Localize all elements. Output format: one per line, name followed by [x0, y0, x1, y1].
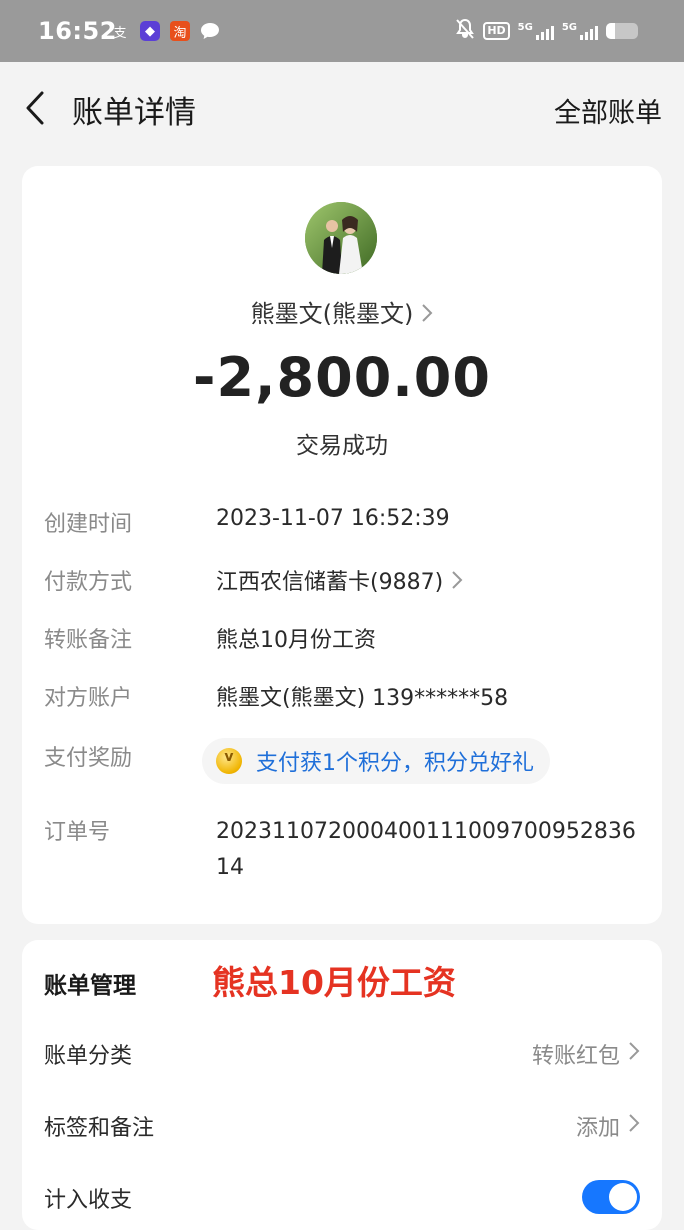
avatar[interactable] [305, 202, 377, 274]
created-time-value: 2023-11-07 16:52:39 [216, 506, 450, 531]
bill-management-title: 账单管理 [44, 973, 136, 999]
order-number-label: 订单号 [44, 820, 111, 845]
status-time: 16:52 [38, 17, 117, 45]
transfer-note-value: 熊总10月份工资 [216, 628, 376, 653]
transaction-card: 熊墨文(熊墨文) -2,800.00 交易成功 创建时间 2023-11-07 … [22, 166, 662, 924]
transfer-note-label: 转账备注 [44, 628, 133, 653]
amount: -2,800.00 [193, 346, 491, 409]
all-bills-link[interactable]: 全部账单 [554, 91, 662, 130]
coin-icon [216, 748, 242, 774]
reward-label: 支付奖励 [44, 746, 133, 771]
reward-text: 支付获1个积分，积分兑好礼 [256, 751, 534, 776]
chevron-right-icon [421, 301, 433, 329]
chevron-right-icon [628, 1041, 640, 1067]
bill-category-value[interactable]: 转账红包 [532, 1038, 640, 1070]
transaction-status: 交易成功 [296, 433, 388, 459]
back-arrow-icon [26, 91, 44, 125]
toggle-knob [609, 1183, 637, 1211]
nav-bar: 账单详情 全部账单 [0, 62, 684, 152]
payment-method-label: 付款方式 [44, 570, 133, 595]
counterparty-label: 对方账户 [44, 686, 133, 711]
message-bubble-icon [200, 21, 220, 41]
signal-icon-2: 5G [562, 22, 598, 40]
mute-bell-icon [455, 18, 475, 44]
status-bar: 16:52 支 ◆ 淘 HD 5G 5G [0, 0, 684, 62]
signal-icon: 5G [518, 22, 554, 40]
created-time-label: 创建时间 [44, 512, 133, 537]
status-indicators: HD 5G 5G [455, 18, 638, 44]
bill-category-label: 账单分类 [44, 1044, 133, 1069]
reward-pill[interactable]: 支付获1个积分，积分兑好礼 [202, 738, 550, 784]
back-button[interactable] [22, 90, 52, 126]
overlay-note: 熊总10月份工资 [212, 963, 456, 1002]
payment-method-value[interactable]: 江西农信储蓄卡(9887) [216, 564, 463, 596]
taobao-icon: 淘 [170, 21, 190, 41]
app-diamond-icon: ◆ [140, 21, 160, 41]
payee-name[interactable]: 熊墨文(熊墨文) [22, 294, 662, 329]
order-number-value: 20231107200040011100970095283614 [216, 819, 636, 880]
hd-badge: HD [483, 22, 510, 40]
bill-management-card: 账单管理 熊总10月份工资 账单分类 转账红包 标签和备注 添加 计入收支 [22, 940, 662, 1230]
include-in-stats-label: 计入收支 [44, 1188, 133, 1213]
tags-notes-label: 标签和备注 [44, 1116, 155, 1141]
tags-notes-add[interactable]: 添加 [576, 1110, 640, 1142]
counterparty-value: 熊墨文(熊墨文) 139******58 [216, 686, 509, 711]
status-app-icons: 支 ◆ 淘 [110, 20, 220, 42]
alipay-icon: 支 [113, 25, 127, 41]
page-title: 账单详情 [72, 95, 196, 131]
chevron-right-icon [451, 570, 463, 596]
battery-icon [606, 23, 638, 39]
include-in-stats-toggle[interactable] [582, 1180, 640, 1214]
chevron-right-icon [628, 1113, 640, 1139]
